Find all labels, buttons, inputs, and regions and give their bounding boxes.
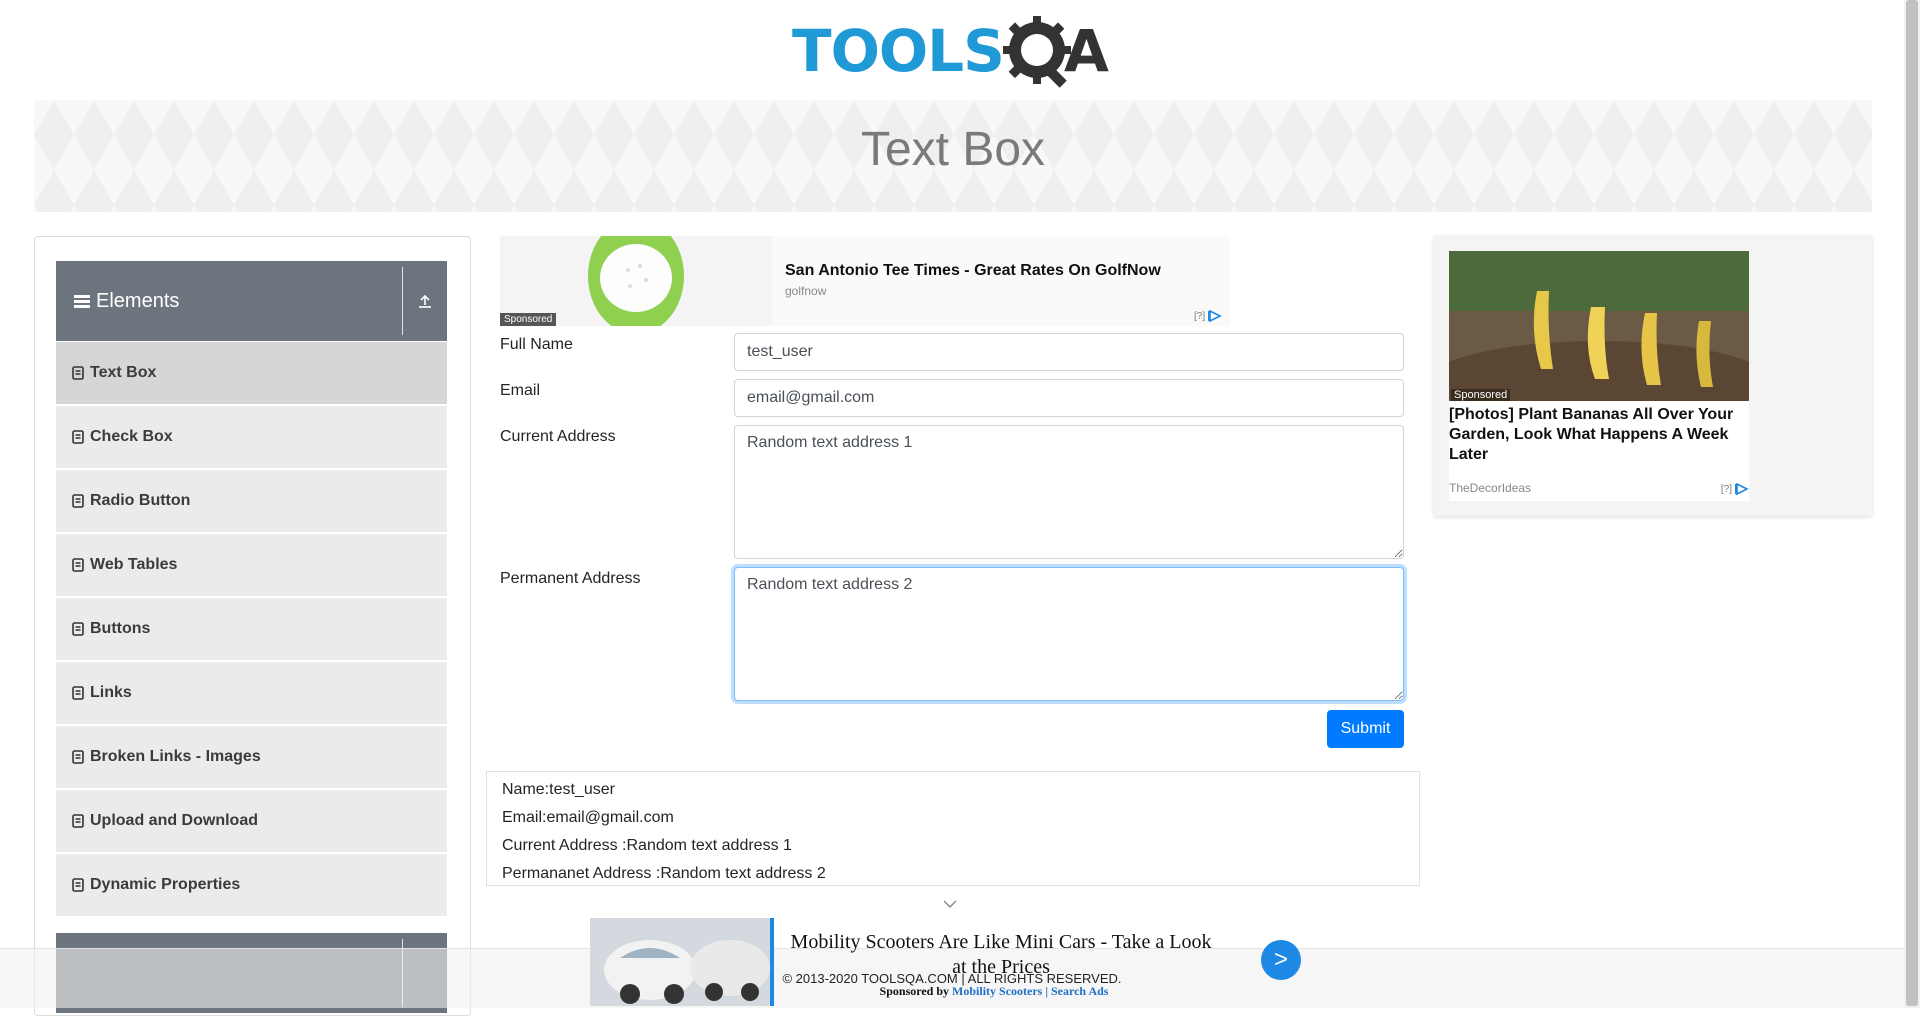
sponsored-tag: Sponsored bbox=[500, 313, 557, 326]
logo-text: TOOLS bbox=[792, 17, 1005, 85]
ad-choices[interactable]: [?] bbox=[1721, 483, 1749, 495]
sidebar-item-label: Dynamic Properties bbox=[90, 876, 241, 893]
sidebar-item-label: Upload and Download bbox=[90, 812, 258, 829]
hamburger-icon bbox=[74, 295, 90, 308]
sponsored-tag: Sponsored bbox=[1451, 389, 1511, 401]
ad-title[interactable]: [Photos] Plant Bananas All Over Your Gar… bbox=[1449, 405, 1749, 465]
scrollbar-thumb[interactable] bbox=[1906, 0, 1918, 1006]
permanent-address-textarea[interactable]: Random text address 2 bbox=[734, 567, 1404, 701]
clipboard-icon bbox=[72, 494, 84, 508]
clipboard-icon bbox=[72, 750, 84, 764]
banana-garden-image bbox=[1449, 251, 1749, 401]
sidebar-item-radio-button[interactable]: Radio Button bbox=[56, 470, 447, 532]
sidebar-item-label: Text Box bbox=[90, 364, 157, 381]
ad-next-button[interactable]: > bbox=[1261, 940, 1301, 980]
clipboard-icon bbox=[72, 366, 84, 380]
clipboard-icon bbox=[72, 622, 84, 636]
ad-source[interactable]: TheDecorIdeas bbox=[1449, 481, 1531, 495]
ad-sponsor-line: Sponsored by Mobility Scooters | Search … bbox=[804, 984, 1184, 999]
output-email: Email:email@gmail.com bbox=[502, 809, 674, 826]
sidebar-item-text-box[interactable]: Text Box bbox=[56, 342, 447, 404]
ad-image[interactable]: Sponsored bbox=[1449, 251, 1749, 401]
full-name-label: Full Name bbox=[500, 336, 573, 353]
sidebar-item-buttons[interactable]: Buttons bbox=[56, 598, 447, 660]
sidebar: Elements Text Box Check Box Radio Button… bbox=[34, 236, 471, 1016]
ad-image[interactable] bbox=[590, 918, 774, 1006]
clipboard-icon bbox=[72, 558, 84, 572]
ad-title[interactable]: San Antonio Tee Times - Great Rates On G… bbox=[785, 262, 1161, 280]
sidebar-item-label: Radio Button bbox=[90, 492, 191, 509]
sidebar-item-broken-links-images[interactable]: Broken Links - Images bbox=[56, 726, 447, 788]
sidebar-item-check-box[interactable]: Check Box bbox=[56, 406, 447, 468]
output-panel: Name:test_user Email:email@gmail.com Cur… bbox=[486, 771, 1420, 886]
sidebar-item-label: Check Box bbox=[90, 428, 173, 445]
sidebar-item-upload-and-download[interactable]: Upload and Download bbox=[56, 790, 447, 852]
sidebar-item-label: Links bbox=[90, 684, 132, 701]
sidebar-item-label: Web Tables bbox=[90, 556, 178, 573]
page-scrollbar[interactable] bbox=[1904, 0, 1920, 1008]
clipboard-icon bbox=[72, 814, 84, 828]
current-address-label: Current Address bbox=[500, 428, 616, 445]
page-banner: Text Box bbox=[34, 100, 1872, 212]
sidebar-item-label: Buttons bbox=[90, 620, 151, 637]
ad-card[interactable]: Sponsored [Photos] Plant Bananas All Ove… bbox=[1449, 251, 1749, 501]
sidebar-group-label: Elements bbox=[74, 290, 402, 313]
ad-info-label: [?] bbox=[1720, 483, 1732, 495]
clipboard-icon bbox=[72, 878, 84, 892]
sidebar-group-title: Elements bbox=[96, 289, 180, 312]
top-ad[interactable]: Sponsored San Antonio Tee Times - Great … bbox=[500, 236, 1230, 326]
mobility-scooter-image bbox=[590, 918, 770, 1006]
logo-letter-a: A bbox=[1064, 17, 1109, 85]
output-permanent-address: Permananet Address :Random text address … bbox=[502, 865, 826, 882]
sidebar-item-web-tables[interactable]: Web Tables bbox=[56, 534, 447, 596]
permanent-address-label: Permanent Address bbox=[500, 570, 641, 587]
sidebar-group-elements[interactable]: Elements bbox=[56, 261, 447, 341]
bottom-ad[interactable]: Mobility Scooters Are Like Mini Cars - T… bbox=[590, 918, 1310, 1008]
adchoices-icon bbox=[1735, 483, 1749, 495]
toolsqa-logo[interactable]: TOOLS A bbox=[792, 14, 1118, 90]
clipboard-icon bbox=[72, 686, 84, 700]
sponsor-link[interactable]: Mobility Scooters | Search Ads bbox=[952, 984, 1108, 998]
chevron-down-icon[interactable] bbox=[942, 898, 958, 910]
sidebar-item-dynamic-properties[interactable]: Dynamic Properties bbox=[56, 854, 447, 916]
clipboard-icon bbox=[72, 430, 84, 444]
ad-title[interactable]: Mobility Scooters Are Like Mini Cars - T… bbox=[786, 930, 1216, 980]
full-name-input[interactable] bbox=[734, 333, 1404, 371]
right-ad[interactable]: Sponsored [Photos] Plant Bananas All Ove… bbox=[1434, 236, 1872, 516]
divider bbox=[402, 267, 403, 335]
sponsored-by-label: Sponsored by bbox=[879, 984, 950, 998]
current-address-textarea[interactable]: Random text address 1 bbox=[734, 425, 1404, 559]
ad-source[interactable]: golfnow bbox=[785, 284, 826, 298]
sidebar-item-links[interactable]: Links bbox=[56, 662, 447, 724]
collapse-up-icon bbox=[419, 294, 431, 308]
email-input[interactable] bbox=[734, 379, 1404, 417]
ad-image[interactable]: Sponsored bbox=[500, 236, 772, 326]
sidebar-item-label: Broken Links - Images bbox=[90, 748, 261, 765]
output-current-address: Current Address :Random text address 1 bbox=[502, 837, 792, 854]
output-name: Name:test_user bbox=[502, 781, 615, 798]
adchoices-icon bbox=[1208, 310, 1222, 322]
collapse-toggle[interactable] bbox=[403, 261, 447, 341]
page-title: Text Box bbox=[860, 123, 1046, 176]
submit-button[interactable]: Submit bbox=[1327, 710, 1404, 748]
email-label: Email bbox=[500, 382, 541, 399]
ad-info-label: [?] bbox=[1194, 310, 1206, 322]
ad-choices[interactable]: [?] bbox=[1194, 310, 1222, 322]
